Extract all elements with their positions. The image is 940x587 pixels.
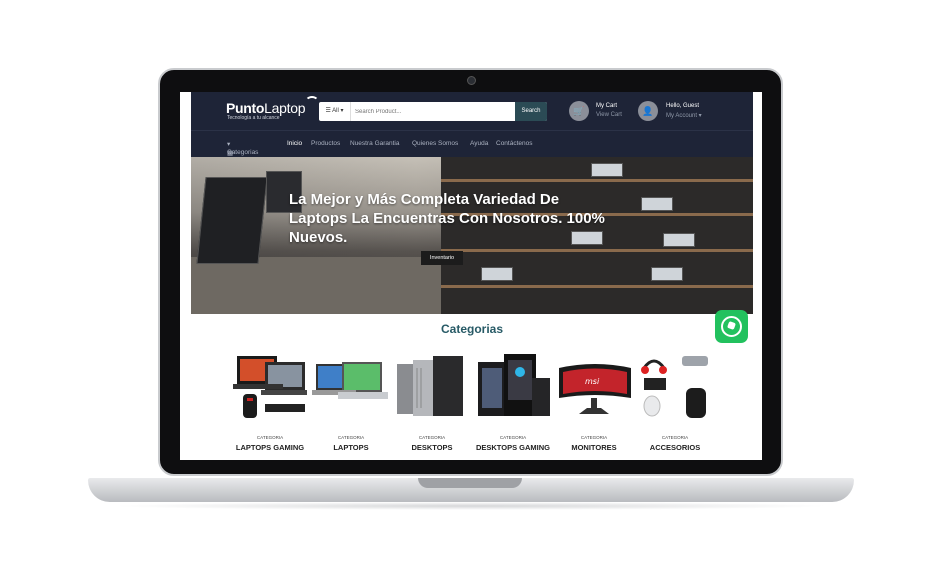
my-account-label: My Account: [666, 113, 698, 119]
nav-item-quienes-somos[interactable]: Quienes Somos: [412, 140, 458, 147]
shelf: [441, 249, 753, 252]
category-card-desktops[interactable]: CATEGORIA DESKTOPS: [392, 348, 472, 454]
hero-laptop-image: [196, 177, 268, 264]
logo-light: Laptop: [264, 100, 306, 116]
wifi-icon: [305, 96, 319, 108]
webcam: [467, 76, 476, 85]
category-card-monitores[interactable]: msi CATEGORIA MONITORES: [554, 348, 634, 454]
category-label: CATEGORIA: [256, 435, 284, 440]
user-icon[interactable]: 👤: [638, 101, 658, 121]
nav-item-ayuda[interactable]: Ayuda: [470, 140, 488, 147]
category-card-laptops-gaming[interactable]: CATEGORIA LAPTOPS GAMING: [230, 348, 310, 454]
category-card-desktops-gaming[interactable]: CATEGORIA DESKTOPS GAMING: [473, 348, 553, 454]
view-cart-link[interactable]: View Cart: [596, 112, 622, 118]
category-label: CATEGORIA: [499, 435, 527, 440]
shelf-laptop: [591, 163, 623, 177]
categories-label: Categorias: [227, 149, 259, 156]
search-button[interactable]: Search: [515, 102, 547, 121]
nav-item-productos[interactable]: Productos: [311, 140, 340, 147]
logo[interactable]: PuntoLaptop: [226, 100, 305, 116]
gaming-laptop-image: [233, 356, 307, 418]
laptop-image: [312, 362, 388, 399]
tagline: Tecnología a tu alcance: [227, 115, 280, 121]
account-greeting: Hello, Guest: [666, 103, 700, 109]
website: PuntoLaptop Tecnología a tu alcance ☰ Al…: [191, 92, 753, 460]
whatsapp-icon[interactable]: [715, 310, 748, 343]
desktop-image: [397, 356, 463, 416]
svg-text:msi: msi: [585, 377, 600, 386]
category-name: MONITORES: [571, 443, 617, 452]
category-name: ACCESORIOS: [649, 443, 701, 452]
my-account-link[interactable]: My Account ▾: [666, 112, 702, 119]
shelf-laptop: [481, 267, 513, 281]
category-label: CATEGORIA: [418, 435, 446, 440]
monitor-image: msi: [559, 364, 631, 414]
hero-title: La Mejor y Más Completa Variedad De Lapt…: [289, 191, 605, 246]
search-input[interactable]: [352, 102, 518, 121]
nav-item-garantia[interactable]: Nuestra Garantia: [350, 140, 400, 147]
category-name: DESKTOPS: [411, 443, 453, 452]
category-label: CATEGORIA: [337, 435, 365, 440]
category-card-laptops[interactable]: CATEGORIA LAPTOPS: [311, 348, 391, 454]
shelf-laptop: [663, 233, 695, 247]
search-bar: ☰ All ▾ Search: [319, 102, 547, 121]
logo-main: Punto: [226, 100, 265, 116]
shelf-laptop: [651, 267, 683, 281]
category-name: LAPTOPS: [333, 443, 369, 452]
category-label: CATEGORIA: [661, 435, 689, 440]
search-category-value: All: [332, 108, 339, 114]
shelf: [441, 179, 753, 182]
laptop-shadow: [110, 502, 832, 510]
categories-menu[interactable]: ▦ Categorias ▾: [227, 140, 258, 157]
categories-title: Categorias: [440, 322, 504, 336]
category-name: LAPTOPS GAMING: [235, 443, 305, 452]
laptop-screen: PuntoLaptop Tecnología a tu alcance ☰ Al…: [180, 92, 762, 460]
cart-title: My Cart: [596, 103, 617, 109]
main-nav: ▦ Categorias ▾ Inicio Productos Nuestra …: [191, 130, 753, 157]
category-name: DESKTOPS GAMING: [475, 443, 551, 452]
hero-banner: La Mejor y Más Completa Variedad De Lapt…: [191, 157, 753, 314]
inventario-button[interactable]: Inventario: [421, 251, 463, 265]
site-header: PuntoLaptop Tecnología a tu alcance ☰ Al…: [191, 92, 753, 130]
gaming-desktop-image: [478, 354, 550, 416]
nav-item-contacto[interactable]: Contáctenos: [496, 140, 533, 147]
accessories-image: [641, 356, 708, 418]
nav-item-inicio[interactable]: Inicio: [287, 140, 302, 147]
shelf: [441, 285, 753, 288]
laptop-base-notch: [418, 478, 522, 488]
cart-icon[interactable]: 🛒: [569, 101, 589, 121]
search-category-select[interactable]: ☰ All ▾: [319, 102, 351, 121]
hero-desk: [191, 257, 441, 314]
category-label: CATEGORIA: [580, 435, 608, 440]
category-card-accesorios[interactable]: CATEGORIA ACCESORIOS: [635, 348, 715, 454]
shelf-laptop: [641, 197, 673, 211]
